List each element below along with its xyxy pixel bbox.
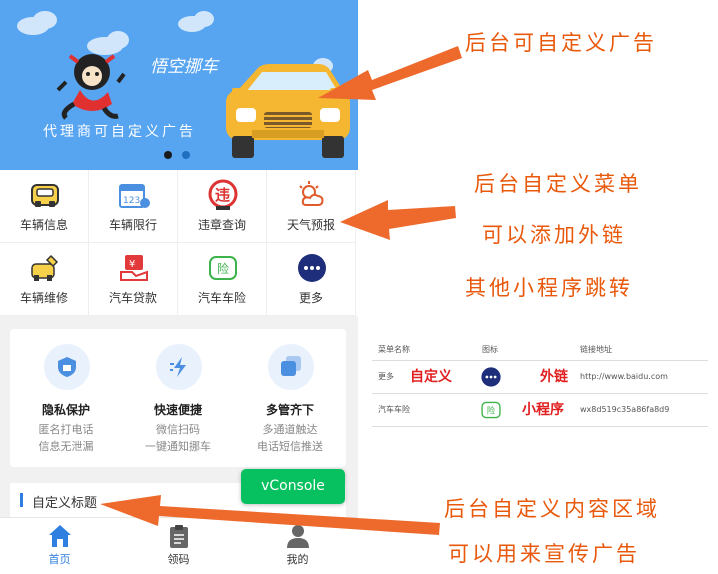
repair-icon <box>31 254 59 281</box>
more-icon <box>298 254 326 282</box>
tag-mini-program: 小程序 <box>522 402 564 418</box>
menu-item-label: 天气预报 <box>286 218 335 232</box>
feature-panel: 隐私保护 匿名打电话 信息无泄漏 快速便捷 微信扫码 一键通知挪车 多管齐下 多通道… <box>10 329 346 467</box>
feature-title: 快速便捷 <box>153 403 202 417</box>
tab-label: 我的 <box>286 553 309 566</box>
row-menu-name: 更多 <box>378 372 394 381</box>
menu-item-label: 汽车贷款 <box>108 291 157 305</box>
menu-item-weather[interactable]: 天气预报 <box>267 170 356 243</box>
menu-grid: 车辆信息 123 车辆限行 违 违章查询 天气预报 车辆维修 ¥ 汽车贷款 险 … <box>0 170 358 316</box>
banner-illustration <box>17 11 350 158</box>
more-icon <box>481 367 501 387</box>
tab-mine[interactable]: 我的 <box>238 518 357 574</box>
header-menu-name: 菜单名称 <box>378 345 410 354</box>
loan-icon: ¥ <box>120 255 148 281</box>
menu-item-repair[interactable]: 车辆维修 <box>0 243 89 316</box>
tab-home[interactable]: 首页 <box>0 518 119 574</box>
feature-title: 隐私保护 <box>41 403 90 417</box>
insurance-icon: 险 <box>481 401 501 419</box>
banner-brand-text: 悟空挪车 <box>150 57 218 77</box>
lightning-icon <box>170 357 186 377</box>
tag-custom: 自定义 <box>410 369 452 385</box>
shield-icon <box>58 357 76 377</box>
clipboard-icon <box>170 525 188 548</box>
menu-item-label: 车辆信息 <box>19 218 68 232</box>
menu-item-violation[interactable]: 违 违章查询 <box>178 170 267 243</box>
menu-item-car-limit[interactable]: 123 车辆限行 <box>89 170 178 243</box>
insurance-icon: 险 <box>209 256 237 280</box>
annotation-content: 后台自定义内容区域 <box>444 497 660 521</box>
phone-screen: 悟空挪车 代理商可自定义广告 车辆信息 123 车辆限行 违 违章查询 天气预报… <box>0 0 358 574</box>
header-link: 链接地址 <box>580 345 612 354</box>
table-row: 更多 自定义 外链 http://www.baidu.com <box>372 361 708 394</box>
violation-icon: 违 <box>208 179 238 210</box>
annotation-link: 可以添加外链 <box>482 223 626 247</box>
feature-desc: 多通道触达 电话短信推送 <box>257 423 323 453</box>
table-row: 汽车车险 险 小程序 wx8d519c35a86fa8d9 <box>372 394 708 427</box>
header-icon: 图标 <box>482 345 498 354</box>
feature-desc: 微信扫码 一键通知挪车 <box>145 423 211 453</box>
ad-banner[interactable]: 悟空挪车 代理商可自定义广告 <box>0 0 358 170</box>
weather-icon <box>299 181 324 206</box>
home-icon <box>49 525 71 547</box>
row-link: wx8d519c35a86fa8d9 <box>580 405 670 414</box>
menu-item-label: 汽车车险 <box>197 291 246 305</box>
menu-item-label: 更多 <box>298 291 323 305</box>
feature-title: 多管齐下 <box>265 403 314 417</box>
svg-text:违: 违 <box>215 186 230 204</box>
svg-text:险: 险 <box>217 261 229 276</box>
row-menu-name: 汽车车险 <box>378 405 410 414</box>
menu-item-loan[interactable]: ¥ 汽车贷款 <box>89 243 178 316</box>
mascot-icon <box>56 54 126 120</box>
menu-item-label: 车辆维修 <box>19 291 68 305</box>
feature-desc: 匿名打电话 信息无泄漏 <box>38 423 94 453</box>
car-info-icon <box>31 184 59 207</box>
annotation-menu: 后台自定义菜单 <box>474 172 642 196</box>
svg-text:险: 险 <box>487 405 496 415</box>
layers-icon <box>281 356 301 376</box>
annotation-promo: 可以用来宣传广告 <box>448 542 640 566</box>
tag-external-link: 外链 <box>540 369 568 385</box>
row-link: http://www.baidu.com <box>580 372 668 381</box>
tab-label: 首页 <box>48 553 71 566</box>
svg-text:123: 123 <box>123 196 140 206</box>
tab-bar: 首页 领码 我的 <box>0 517 358 574</box>
menu-item-more[interactable]: 更多 <box>267 243 356 316</box>
section-title: 自定义标题 <box>32 496 98 511</box>
svg-text:¥: ¥ <box>129 259 135 270</box>
car-illustration <box>226 64 350 158</box>
table-header: 菜单名称 图标 链接地址 <box>372 340 708 361</box>
carousel-dot-active[interactable] <box>164 151 172 159</box>
menu-item-label: 违章查询 <box>197 218 246 232</box>
menu-item-insurance[interactable]: 险 汽车车险 <box>178 243 267 316</box>
annotation-ad: 后台可自定义广告 <box>465 31 657 55</box>
menu-item-label: 车辆限行 <box>108 218 157 232</box>
vconsole-button[interactable]: vConsole <box>241 469 345 504</box>
calendar-limit-icon: 123 <box>119 184 150 208</box>
tab-get-code[interactable]: 领码 <box>119 518 238 574</box>
tab-label: 领码 <box>167 553 190 566</box>
section-accent-bar <box>20 493 23 507</box>
annotation-mini: 其他小程序跳转 <box>465 276 633 300</box>
carousel-dot[interactable] <box>182 151 190 159</box>
banner-caption: 代理商可自定义广告 <box>43 124 196 140</box>
user-icon <box>287 525 309 548</box>
menu-item-car-info[interactable]: 车辆信息 <box>0 170 89 243</box>
